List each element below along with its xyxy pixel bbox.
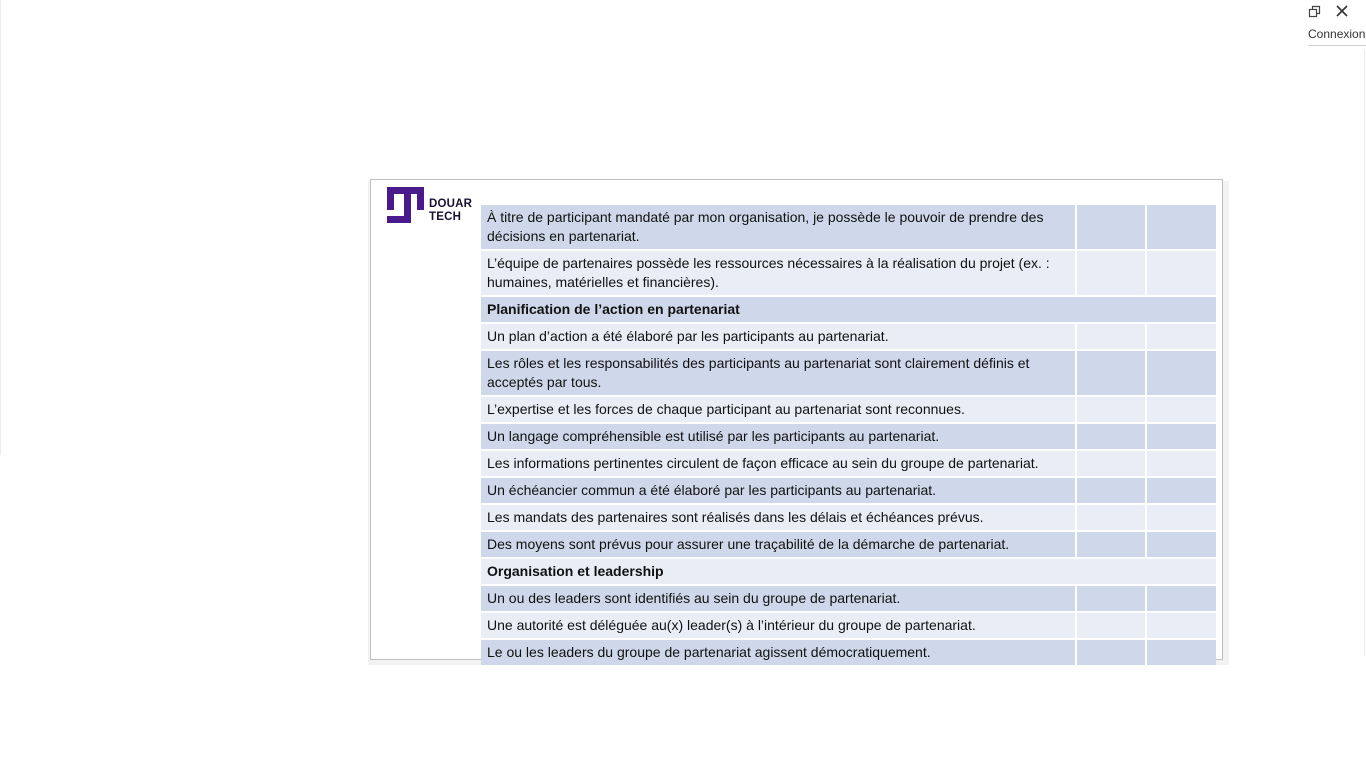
- answer-cell-2[interactable]: [1147, 586, 1216, 611]
- restore-window-icon[interactable]: [1308, 5, 1322, 19]
- statement-text: Les informations pertinentes circulent d…: [481, 451, 1077, 476]
- answer-cell-1[interactable]: [1077, 613, 1147, 638]
- scrollbar-track[interactable]: [1364, 50, 1365, 656]
- statement-text: Les mandats des partenaires sont réalisé…: [481, 505, 1077, 530]
- left-edge-line: [0, 0, 1, 455]
- logo-mark-icon: [387, 187, 424, 223]
- survey-row: Une autorité est déléguée au(x) leader(s…: [481, 613, 1216, 640]
- section-title: Planification de l’action en partenariat: [487, 301, 740, 317]
- survey-row: Des moyens sont prévus pour assurer une …: [481, 532, 1216, 559]
- answer-cell-2[interactable]: [1147, 613, 1216, 638]
- statement-text: L’équipe de partenaires possède les ress…: [481, 251, 1077, 295]
- statement-text: Un ou des leaders sont identifiés au sei…: [481, 586, 1077, 611]
- answer-cell-1[interactable]: [1077, 351, 1147, 395]
- statement-text: Un plan d’action a été élaboré par les p…: [481, 324, 1077, 349]
- statement-text: Une autorité est déléguée au(x) leader(s…: [481, 613, 1077, 638]
- answer-cell-1[interactable]: [1077, 324, 1147, 349]
- answer-cell-2[interactable]: [1147, 640, 1216, 665]
- connexion-link[interactable]: Connexion: [1308, 27, 1366, 46]
- document-page: DOUAR TECH À titre de participant mandat…: [370, 179, 1223, 667]
- answer-cell-1[interactable]: [1077, 424, 1147, 449]
- window-controls: Connexion: [1306, 0, 1366, 50]
- statement-text: Des moyens sont prévus pour assurer une …: [481, 532, 1077, 557]
- answer-cell-1[interactable]: [1077, 251, 1147, 295]
- statement-text: Le ou les leaders du groupe de partenari…: [481, 640, 1077, 665]
- answer-cell-2[interactable]: [1147, 397, 1216, 422]
- section-header-row: Organisation et leadership: [481, 559, 1216, 586]
- survey-row: Les mandats des partenaires sont réalisé…: [481, 505, 1216, 532]
- answer-cell-2[interactable]: [1147, 351, 1216, 395]
- answer-cell-2[interactable]: [1147, 324, 1216, 349]
- answer-cell-2[interactable]: [1147, 251, 1216, 295]
- statement-text: L’expertise et les forces de chaque part…: [481, 397, 1077, 422]
- survey-row: Le ou les leaders du groupe de partenari…: [481, 640, 1216, 667]
- section-header-row: Planification de l’action en partenariat: [481, 297, 1216, 324]
- answer-cell-1[interactable]: [1077, 640, 1147, 665]
- survey-row: L’expertise et les forces de chaque part…: [481, 397, 1216, 424]
- close-icon[interactable]: [1334, 3, 1350, 19]
- answer-cell-1[interactable]: [1077, 586, 1147, 611]
- answer-cell-2[interactable]: [1147, 478, 1216, 503]
- answer-cell-2[interactable]: [1147, 532, 1216, 557]
- logo-text: DOUAR TECH: [429, 198, 473, 223]
- answer-cell-2[interactable]: [1147, 451, 1216, 476]
- answer-cell-2[interactable]: [1147, 505, 1216, 530]
- statement-text: Les rôles et les responsabilités des par…: [481, 351, 1077, 395]
- survey-row: Les informations pertinentes circulent d…: [481, 451, 1216, 478]
- douar-tech-logo: DOUAR TECH: [387, 187, 475, 225]
- statement-text: Un échéancier commun a été élaboré par l…: [481, 478, 1077, 503]
- answer-cell-1[interactable]: [1077, 397, 1147, 422]
- survey-row: À titre de participant mandaté par mon o…: [481, 205, 1216, 251]
- survey-row: L’équipe de partenaires possède les ress…: [481, 251, 1216, 297]
- survey-row: Un échéancier commun a été élaboré par l…: [481, 478, 1216, 505]
- survey-row: Un langage compréhensible est utilisé pa…: [481, 424, 1216, 451]
- statement-text: À titre de participant mandaté par mon o…: [481, 205, 1077, 249]
- answer-cell-1[interactable]: [1077, 478, 1147, 503]
- answer-cell-1[interactable]: [1077, 451, 1147, 476]
- statement-text: Un langage compréhensible est utilisé pa…: [481, 424, 1077, 449]
- survey-row: Un ou des leaders sont identifiés au sei…: [481, 586, 1216, 613]
- answer-cell-1[interactable]: [1077, 532, 1147, 557]
- survey-row: Un plan d’action a été élaboré par les p…: [481, 324, 1216, 351]
- survey-table: À titre de participant mandaté par mon o…: [481, 205, 1216, 667]
- answer-cell-2[interactable]: [1147, 424, 1216, 449]
- answer-cell-1[interactable]: [1077, 205, 1147, 249]
- section-title: Organisation et leadership: [487, 563, 664, 579]
- survey-row: Les rôles et les responsabilités des par…: [481, 351, 1216, 397]
- answer-cell-2[interactable]: [1147, 205, 1216, 249]
- answer-cell-1[interactable]: [1077, 505, 1147, 530]
